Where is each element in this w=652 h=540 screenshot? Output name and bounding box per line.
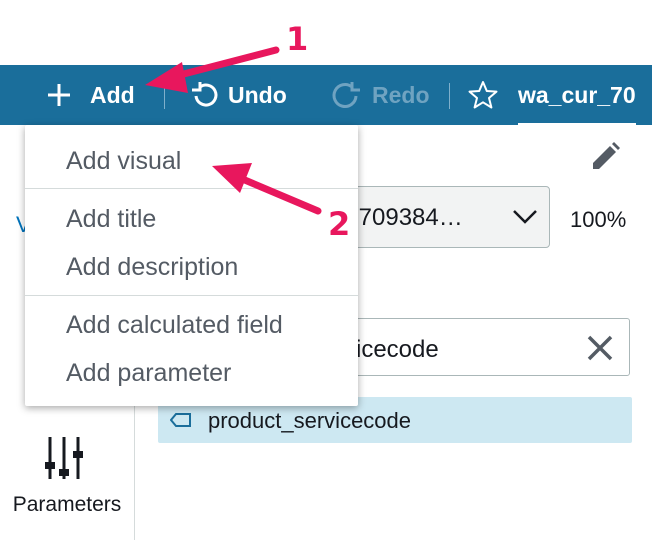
close-icon[interactable] (586, 334, 614, 367)
menu-divider (25, 295, 358, 296)
menu-item-add-parameter[interactable]: Add parameter (66, 359, 231, 388)
annotation-step-2: 2 (328, 205, 351, 243)
star-icon (468, 80, 498, 110)
toolbar-divider (449, 83, 450, 109)
add-button[interactable]: Add (46, 65, 135, 125)
add-button-label: Add (90, 81, 135, 108)
field-list-item-label: product_servicecode (208, 408, 412, 433)
undo-button-label: Undo (228, 81, 287, 108)
undo-icon (188, 80, 222, 110)
field-search-value: icecode (356, 336, 439, 363)
sliders-icon[interactable] (44, 437, 84, 484)
top-toolbar: Add Undo Redo wa_cur_70 (0, 65, 652, 125)
menu-divider (25, 188, 358, 189)
redo-button-label: Redo (372, 81, 430, 108)
redo-icon (330, 80, 366, 110)
menu-item-add-description[interactable]: Add description (66, 253, 238, 282)
zoom-level: 100% (570, 207, 627, 232)
toolbar-divider (164, 83, 165, 109)
tag-icon (169, 412, 192, 433)
undo-button[interactable]: Undo (188, 65, 287, 125)
favorite-button[interactable] (468, 65, 498, 125)
menu-item-add-title[interactable]: Add title (66, 205, 156, 234)
parameters-label[interactable]: Parameters (0, 493, 134, 517)
dataset-select-value: .709384… (352, 204, 463, 231)
annotation-step-1: 1 (286, 20, 309, 58)
plus-icon (46, 82, 72, 108)
chevron-down-icon (512, 208, 538, 231)
add-dropdown-menu: Add visual Add title Add description Add… (25, 125, 358, 406)
pencil-icon[interactable] (588, 140, 622, 179)
analysis-title-field[interactable]: wa_cur_70 (518, 65, 636, 125)
menu-item-add-calculated-field[interactable]: Add calculated field (66, 311, 283, 340)
redo-button[interactable]: Redo (330, 65, 430, 125)
menu-item-add-visual[interactable]: Add visual (66, 147, 181, 176)
